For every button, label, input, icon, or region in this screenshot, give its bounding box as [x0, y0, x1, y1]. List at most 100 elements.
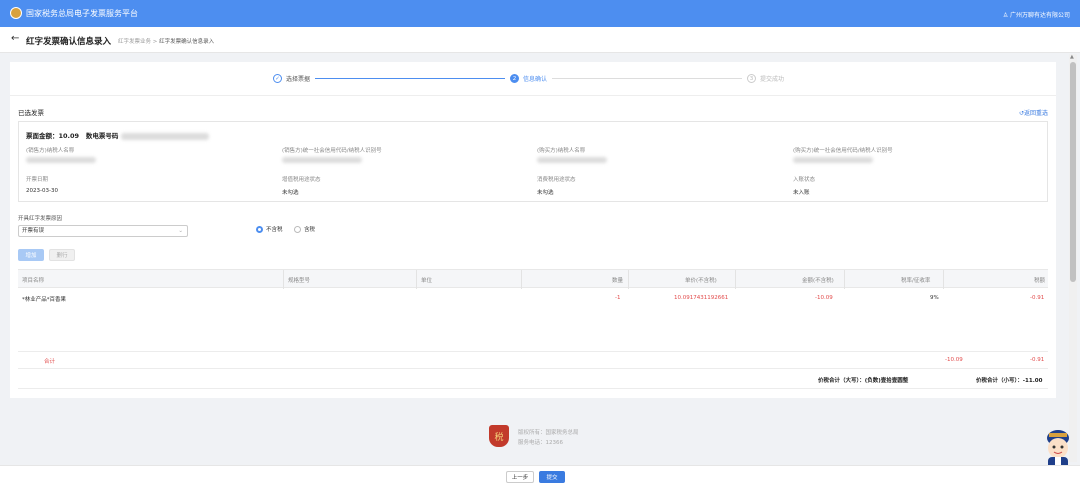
total-tax: -0.91 [1030, 357, 1045, 363]
grand-total-upper: 价税合计（大写）：(负数)壹拾壹圆整 [818, 376, 908, 384]
entry-status-value: 未入账 [793, 190, 810, 196]
back-arrow-icon[interactable]: ← [11, 33, 19, 44]
step-number: 2 [510, 74, 519, 83]
grand-upper-value: (负数)壹拾壹圆整 [864, 378, 909, 384]
breadcrumb-current: 红字发票确认信息录入 [159, 39, 215, 45]
divider [18, 388, 1048, 389]
grand-lower-label: 价税合计（小写）： [976, 378, 1023, 384]
step-label: 信息确认 [523, 76, 548, 83]
entry-status-label: 入账状态 [793, 177, 816, 183]
reason-value: 开票有误 [22, 228, 45, 234]
grand-total-lower: 价税合计（小写）：-11.00 [976, 376, 1042, 384]
seller-taxid-redacted [282, 157, 362, 163]
radio-dot [256, 225, 263, 233]
divider [18, 368, 1048, 369]
radio-label: 不含税 [266, 227, 283, 233]
tax-bureau-logo-icon: 税 [489, 425, 509, 447]
top-bar: 国家税务总局电子发票服务平台 ♙ 广州万聊有达有限公司 [0, 0, 1080, 27]
user-icon: ♙ [1002, 12, 1010, 19]
radio-dot [294, 225, 301, 233]
total-amount: -10.09 [945, 357, 963, 363]
reason-label: 开具红字发票原因 [18, 216, 63, 222]
user-menu[interactable]: ♙ 广州万聊有达有限公司 [1003, 10, 1070, 19]
cell-unit-price: 10.0917431192661 [674, 295, 729, 301]
step-select: ✓ 选择票据 [273, 74, 310, 83]
radio-tax-inclusive[interactable]: 含税 [294, 225, 315, 233]
page-title: 红字发票确认信息录入 [26, 37, 112, 47]
col-separator [416, 270, 417, 289]
footer-hotline: 服务电话：12366 [518, 440, 563, 446]
col-tax: 税额 [1034, 278, 1046, 284]
consumption-use-label: 消费税用途状态 [537, 177, 576, 183]
bottom-action-bar: 上一步 提交 [0, 465, 1080, 487]
col-amount: 金额(不含税) [802, 278, 834, 284]
cell-qty: -1 [615, 295, 621, 301]
step-label: 选择票据 [286, 76, 311, 83]
col-separator [283, 270, 284, 289]
footer-copyright: 版权所有：国家税务总局 [518, 430, 579, 436]
buyer-name-redacted [537, 157, 607, 163]
reselect-label: 返回重选 [1023, 110, 1048, 117]
step-submit: 3 提交成功 [747, 74, 784, 83]
scroll-up-icon[interactable]: ▲ [1070, 54, 1074, 60]
radio-label: 含税 [304, 227, 316, 233]
col-separator [844, 270, 845, 289]
user-name: 广州万聊有达有限公司 [1009, 12, 1070, 19]
amount-value: 10.09 [58, 132, 80, 140]
breadcrumb: 红字发票业务 > 红字发票确认信息录入 [118, 37, 214, 45]
cell-tax-rate: 9% [930, 295, 939, 301]
delete-row-button[interactable]: 删行 [49, 249, 75, 261]
seller-name-redacted [26, 157, 96, 163]
consumption-use-value: 未勾选 [537, 190, 554, 196]
submit-button[interactable]: 提交 [539, 471, 565, 483]
seller-name-label: (销售方)纳税人名称 [26, 148, 75, 154]
tax-emblem-icon [10, 7, 22, 19]
radio-tax-exclusive[interactable]: 不含税 [256, 225, 283, 233]
col-unit-price: 单价(不含税) [685, 278, 717, 284]
chevron-down-icon: ⌄ [178, 228, 183, 234]
grand-lower-value: -11.00 [1022, 378, 1043, 384]
step-label: 提交成功 [760, 76, 785, 83]
cell-tax: -0.91 [1030, 295, 1045, 301]
cell-amount: -10.09 [815, 295, 833, 301]
buyer-taxid-redacted [793, 157, 873, 163]
col-tax-rate: 税率/征收率 [901, 278, 931, 284]
add-row-button[interactable]: 增加 [18, 249, 44, 261]
invoice-number-label: 数电票号码 [85, 132, 119, 140]
col-unit: 单位 [421, 278, 433, 284]
app-title: 国家税务总局电子发票服务平台 [26, 9, 138, 18]
page-scrollbar[interactable]: ▲ [1069, 54, 1077, 462]
vat-use-label: 增值税用途状态 [282, 177, 321, 183]
step-line [552, 78, 742, 79]
vat-use-value: 未勾选 [282, 190, 299, 196]
total-label: 合计 [44, 359, 56, 365]
check-icon: ✓ [273, 74, 282, 83]
col-spec: 规格型号 [288, 278, 311, 284]
invoice-number-redacted [120, 132, 209, 140]
grand-upper-label: 价税合计（大写）： [818, 378, 865, 384]
issue-date-label: 开票日期 [26, 177, 49, 183]
breadcrumb-item[interactable]: 红字发票业务 [118, 39, 151, 45]
cell-item-name: *林业产品*百香果 [22, 297, 67, 303]
col-qty: 数量 [612, 278, 624, 284]
step-line [315, 78, 505, 79]
main-card: ✓ 选择票据 2 信息确认 3 提交成功 已选发票 ↺返回重选 票面金额：10.… [10, 62, 1056, 398]
reason-select[interactable]: 开票有误 ⌄ [18, 225, 188, 237]
step-number: 3 [747, 74, 756, 83]
buyer-name-label: (购买方)纳税人名称 [537, 148, 586, 154]
col-separator [943, 270, 944, 289]
step-confirm: 2 信息确认 [510, 74, 547, 83]
col-separator [628, 270, 629, 289]
reselect-link[interactable]: ↺返回重选 [1019, 108, 1048, 117]
invoice-amount: 票面金额：10.09 数电票号码 [26, 130, 209, 140]
previous-step-button[interactable]: 上一步 [506, 471, 534, 483]
issue-date-value: 2023-03-30 [26, 188, 58, 194]
invoice-info-box: 票面金额：10.09 数电票号码 (销售方)纳税人名称 (销售方)统一社会信用代… [18, 121, 1048, 202]
col-separator [521, 270, 522, 289]
selected-invoice-title: 已选发票 [18, 109, 44, 117]
progress-steps: ✓ 选择票据 2 信息确认 3 提交成功 [10, 62, 1056, 96]
scrollbar-thumb[interactable] [1070, 62, 1076, 282]
seller-taxid-label: (销售方)统一社会信用代码/纳税人识别号 [282, 148, 382, 154]
buyer-taxid-label: (购买方)统一社会信用代码/纳税人识别号 [793, 148, 893, 154]
col-separator [735, 270, 736, 289]
